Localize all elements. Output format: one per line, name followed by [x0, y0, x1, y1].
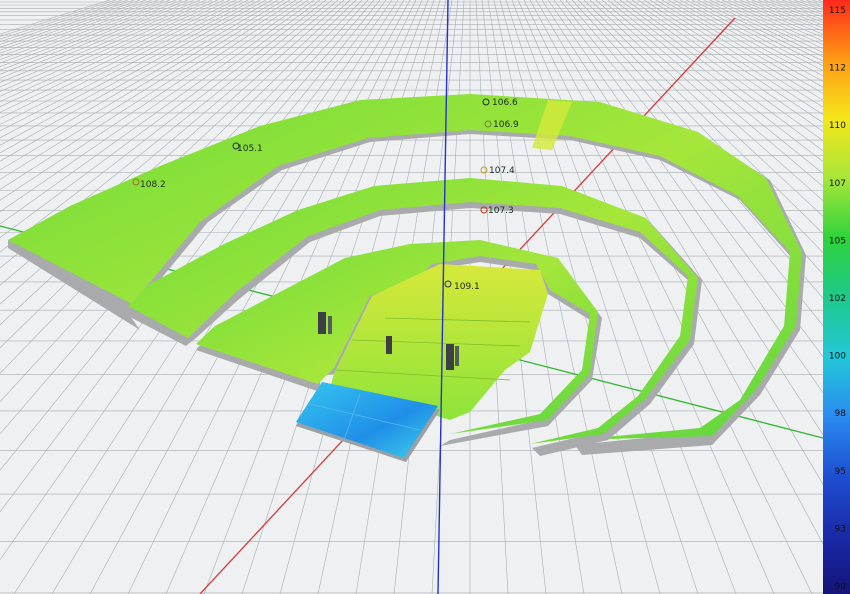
- color-scale-tick-label: 98: [835, 409, 847, 419]
- color-scale-tick-label: 115: [829, 6, 846, 16]
- svg-text:109.1: 109.1: [454, 282, 480, 292]
- svg-text:108.2: 108.2: [140, 180, 166, 190]
- color-scale-tick-label: 90: [835, 582, 847, 592]
- measurement-marker-m3[interactable]: 105.1: [232, 142, 263, 154]
- 3d-viewport[interactable]: 106.6 106.9 105.1 108.2 107.4 107.3 109.…: [0, 0, 850, 594]
- speaker-left: [318, 312, 326, 334]
- color-scale-tick-label: 112: [829, 64, 846, 74]
- svg-text:105.1: 105.1: [237, 144, 263, 154]
- color-scale-tick-label: 110: [829, 121, 846, 131]
- color-scale-tick-label: 107: [829, 179, 846, 189]
- measurement-marker-m5[interactable]: 107.4: [480, 166, 515, 176]
- svg-text:107.3: 107.3: [488, 206, 514, 216]
- color-scale-tick-label: 93: [835, 524, 846, 534]
- svg-text:107.4: 107.4: [489, 166, 515, 176]
- color-scale-tick-label: 105: [829, 236, 846, 246]
- color-scale-tick-label: 102: [829, 294, 846, 304]
- svg-text:106.6: 106.6: [492, 98, 518, 108]
- svg-text:106.9: 106.9: [493, 120, 519, 130]
- color-scale-legend: 115 112 110 107 105 102 100 98 95 93 90: [823, 0, 850, 594]
- color-scale-tick-label: 100: [829, 352, 846, 362]
- color-scale-tick-label: 95: [835, 467, 846, 477]
- measurement-marker-m6[interactable]: 107.3: [480, 206, 514, 216]
- speaker-right: [446, 344, 454, 370]
- speaker-center: [386, 336, 392, 354]
- acoustic-map-scene[interactable]: 106.6 106.9 105.1 108.2 107.4 107.3 109.…: [0, 0, 850, 594]
